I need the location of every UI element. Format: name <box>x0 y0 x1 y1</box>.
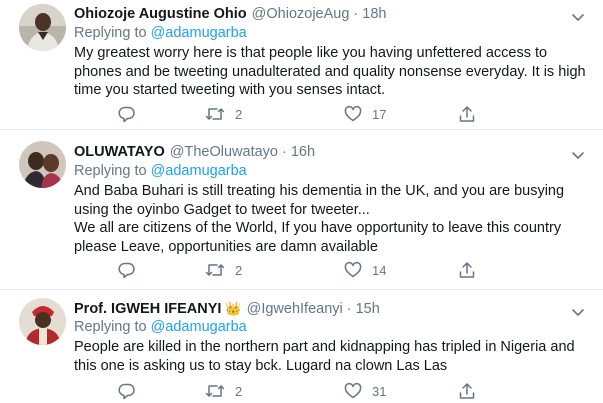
avatar[interactable] <box>19 141 66 188</box>
separator: · <box>346 301 352 317</box>
retweet-icon <box>205 264 225 276</box>
tweet-actions: 2 31 <box>0 382 603 402</box>
author-name[interactable]: Ohiozoje Augustine Ohio <box>74 6 247 22</box>
chevron-down-icon[interactable] <box>571 10 585 24</box>
tweet-header: OLUWATAYO @TheOluwatayo · 16h <box>74 142 315 162</box>
like-button[interactable]: 14 <box>344 261 386 279</box>
replying-to-label: Replying to <box>74 319 147 335</box>
retweet-icon <box>205 385 225 397</box>
replying-to: Replying to @adamugarba <box>74 319 247 335</box>
retweet-button[interactable]: 2 <box>205 382 242 400</box>
tweet-header: Prof. IGWEH IFEANYI 👑 @IgwehIfeanyi · 15… <box>74 299 380 319</box>
like-button[interactable]: 17 <box>344 105 386 123</box>
heart-icon <box>344 382 362 399</box>
heart-icon <box>344 105 362 122</box>
reply-button[interactable] <box>118 382 146 400</box>
like-count: 14 <box>372 262 387 278</box>
replying-to-link[interactable]: @adamugarba <box>151 319 247 335</box>
replying-to-link[interactable]: @adamugarba <box>151 25 247 41</box>
crown-badge-icon: 👑 <box>225 301 242 316</box>
author-name[interactable]: OLUWATAYO <box>74 144 165 160</box>
reply-icon <box>118 262 135 279</box>
chevron-down-icon[interactable] <box>571 305 585 319</box>
like-button[interactable]: 31 <box>344 382 386 400</box>
replying-to: Replying to @adamugarba <box>74 163 247 179</box>
author-handle[interactable]: @OhiozojeAug <box>252 6 350 22</box>
separator: · <box>353 6 359 22</box>
reply-button[interactable] <box>118 105 146 123</box>
replying-to-label: Replying to <box>74 25 147 41</box>
like-count: 17 <box>372 106 387 122</box>
heart-icon <box>344 261 362 278</box>
retweet-button[interactable]: 2 <box>205 105 242 123</box>
tweet-actions: 2 17 <box>0 105 603 125</box>
avatar[interactable] <box>19 298 66 345</box>
retweet-button[interactable]: 2 <box>205 261 242 279</box>
retweet-icon <box>205 108 225 120</box>
reply-icon <box>118 383 135 400</box>
author-name[interactable]: Prof. IGWEH IFEANYI <box>74 301 221 317</box>
chevron-down-icon[interactable] <box>571 148 585 162</box>
tweet[interactable]: Prof. IGWEH IFEANYI 👑 @IgwehIfeanyi · 15… <box>0 290 603 403</box>
retweet-count: 2 <box>235 262 243 278</box>
retweet-count: 2 <box>235 383 243 399</box>
like-count: 31 <box>372 383 387 399</box>
replying-to-label: Replying to <box>74 163 147 179</box>
author-handle[interactable]: @TheOluwatayo <box>170 144 278 160</box>
tweet-text: People are killed in the northern part a… <box>74 339 575 374</box>
reply-button[interactable] <box>118 261 146 279</box>
share-button[interactable] <box>458 105 476 123</box>
retweet-count: 2 <box>235 106 243 122</box>
share-icon <box>459 262 475 278</box>
tweet-text: And Baba Buhari is still treating his de… <box>74 183 565 255</box>
timestamp[interactable]: 18h <box>362 6 386 22</box>
replying-to-link[interactable]: @adamugarba <box>151 163 247 179</box>
share-icon <box>459 383 475 399</box>
share-icon <box>459 106 475 122</box>
replying-to: Replying to @adamugarba <box>74 25 247 41</box>
share-button[interactable] <box>458 382 476 400</box>
separator: · <box>281 144 287 160</box>
tweet-text: My greatest worry here is that people li… <box>74 45 586 98</box>
timestamp[interactable]: 16h <box>291 144 315 160</box>
avatar[interactable] <box>19 4 66 51</box>
tweet[interactable]: Ohiozoje Augustine Ohio @OhiozojeAug · 1… <box>0 0 603 130</box>
tweet-actions: 2 14 <box>0 261 603 281</box>
author-handle[interactable]: @IgwehIfeanyi <box>247 301 343 317</box>
share-button[interactable] <box>458 261 476 279</box>
tweet-header: Ohiozoje Augustine Ohio @OhiozojeAug · 1… <box>74 4 386 24</box>
tweet[interactable]: OLUWATAYO @TheOluwatayo · 16h Replying t… <box>0 131 603 290</box>
timestamp[interactable]: 15h <box>356 301 380 317</box>
reply-icon <box>118 106 135 123</box>
